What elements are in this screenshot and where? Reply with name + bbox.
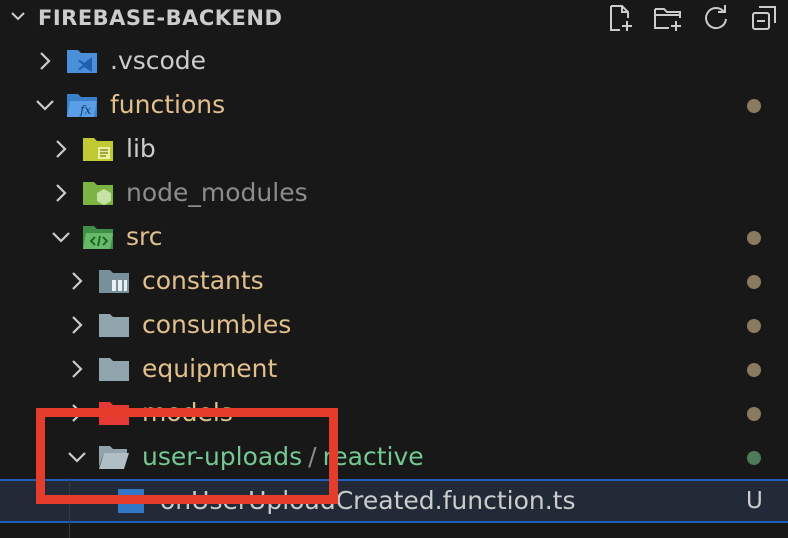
- chevron-right-icon[interactable]: [50, 138, 72, 160]
- untracked-indicator: [747, 451, 761, 465]
- tree-item-constants[interactable]: constants: [0, 259, 788, 303]
- functions-folder-icon: fx: [67, 94, 97, 117]
- collapse-all-icon[interactable]: [748, 2, 780, 34]
- modified-indicator: [747, 275, 761, 289]
- tree-item-functions[interactable]: fx functions: [0, 83, 788, 127]
- explorer-header: FIREBASE-BACKEND: [0, 0, 788, 38]
- tree-item-label: constants: [142, 266, 264, 295]
- chevron-right-icon[interactable]: [66, 314, 88, 336]
- constants-folder-icon: [99, 270, 129, 293]
- tree-item-label: equipment: [142, 354, 278, 383]
- tree-item-equipment[interactable]: equipment: [0, 347, 788, 391]
- modified-indicator: [747, 99, 761, 113]
- modified-indicator: [747, 319, 761, 333]
- modified-indicator: [747, 407, 761, 421]
- explorer-title[interactable]: FIREBASE-BACKEND: [38, 4, 282, 32]
- svg-text:fx: fx: [79, 103, 91, 117]
- folder-icon: [99, 358, 129, 381]
- tree-item-label: functions: [110, 90, 226, 119]
- tree-item-label: lib: [126, 134, 156, 163]
- tree-item-label: node_modules: [126, 178, 308, 207]
- node-folder-icon: [83, 182, 113, 205]
- tree-item-label: .vscode: [110, 46, 207, 75]
- src-folder-icon: [83, 226, 113, 249]
- chevron-right-icon[interactable]: [66, 270, 88, 292]
- annotation-highlight-box: [36, 408, 338, 504]
- tree-item-lib[interactable]: lib: [0, 127, 788, 171]
- chevron-right-icon[interactable]: [50, 182, 72, 204]
- tree-item-node-modules[interactable]: node_modules: [0, 171, 788, 215]
- chevron-down-icon[interactable]: [50, 226, 72, 248]
- tree-item-vscode[interactable]: .vscode: [0, 39, 788, 83]
- modified-indicator: [747, 363, 761, 377]
- refresh-icon[interactable]: [700, 2, 732, 34]
- git-status-badge: U: [746, 488, 763, 514]
- vscode-folder-icon: [67, 50, 97, 73]
- new-folder-icon[interactable]: [652, 2, 684, 34]
- lib-folder-icon: [83, 138, 113, 161]
- new-file-icon[interactable]: [604, 2, 636, 34]
- chevron-down-icon[interactable]: [8, 6, 28, 26]
- tree-item-consumbles[interactable]: consumbles: [0, 303, 788, 347]
- chevron-right-icon[interactable]: [66, 358, 88, 380]
- folder-icon: [99, 314, 129, 337]
- tree-item-label: consumbles: [142, 310, 292, 339]
- tree-item-src[interactable]: src: [0, 215, 788, 259]
- tree-item-label: src: [126, 222, 163, 251]
- chevron-right-icon[interactable]: [34, 50, 56, 72]
- modified-indicator: [747, 231, 761, 245]
- explorer-actions: [604, 2, 780, 34]
- chevron-down-icon[interactable]: [34, 94, 56, 116]
